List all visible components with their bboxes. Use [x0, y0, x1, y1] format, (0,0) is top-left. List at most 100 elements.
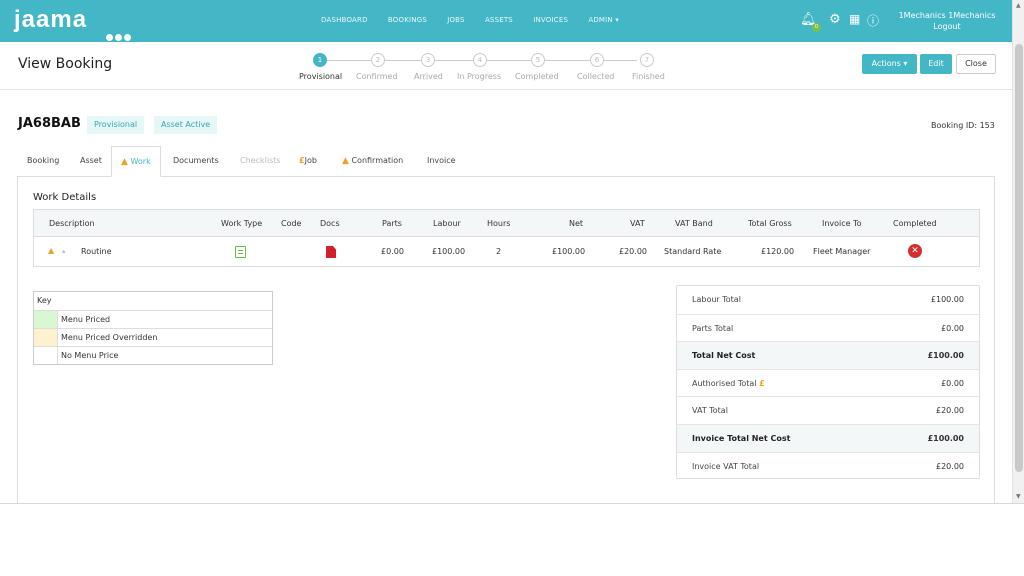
- nav-invoices[interactable]: INVOICES: [533, 16, 568, 24]
- actions-button[interactable]: Actions ▾: [862, 54, 917, 74]
- col-parts[interactable]: Parts: [382, 219, 402, 228]
- total-label-text: Authorised Total: [692, 378, 757, 388]
- edit-button[interactable]: Edit: [920, 54, 952, 74]
- invoice-vat-total-row: Invoice VAT Total £20.00: [677, 451, 979, 478]
- tab-job[interactable]: £Job: [299, 146, 317, 177]
- vat-total-row: VAT Total £20.00: [677, 396, 979, 424]
- tab-invoice[interactable]: Invoice: [427, 146, 456, 177]
- col-vat[interactable]: VAT: [630, 219, 645, 228]
- warning-icon: ▲: [121, 157, 128, 167]
- nav-jobs[interactable]: JOBS: [447, 16, 465, 24]
- key-swatch: [34, 347, 58, 364]
- col-hours[interactable]: Hours: [487, 219, 510, 228]
- warning-icon: ▲: [342, 156, 349, 166]
- table-header: Description Work Type Code Docs Parts La…: [34, 210, 979, 237]
- invoice-net-cost-row: Invoice Total Net Cost £100.00: [677, 424, 979, 452]
- nav-dashboard[interactable]: DASHBOARD: [321, 16, 368, 24]
- step-label: Confirmed: [356, 72, 398, 81]
- top-navbar: jaama DASHBOARD BOOKINGS JOBS ASSETS INV…: [0, 0, 1012, 42]
- work-details-title: Work Details: [33, 192, 97, 203]
- tab-confirmation[interactable]: ▲ Confirmation: [342, 146, 403, 177]
- authorised-total-row: Authorised Total £ £0.00: [677, 368, 979, 397]
- scroll-down-icon[interactable]: ▼: [1016, 493, 1021, 500]
- tab-documents[interactable]: Documents: [173, 146, 219, 177]
- labour-total-row: Labour Total £100.00: [677, 286, 979, 314]
- row-hours: 2: [496, 247, 502, 256]
- key-swatch: [34, 329, 58, 346]
- tab-booking[interactable]: Booking: [27, 146, 59, 177]
- nav-admin[interactable]: ADMIN ▾: [588, 16, 619, 24]
- application-window: jaama DASHBOARD BOOKINGS JOBS ASSETS INV…: [0, 0, 1012, 503]
- help-icon[interactable]: ⓘ: [867, 12, 879, 29]
- total-value: £20.00: [936, 406, 964, 416]
- step-number: 1: [313, 53, 327, 67]
- total-label: Total Net Cost: [692, 351, 756, 361]
- tab-checklists[interactable]: Checklists: [240, 146, 281, 177]
- row-vat: £20.00: [619, 247, 647, 256]
- status-badge: Provisional: [87, 116, 145, 134]
- logout-link[interactable]: Logout: [892, 21, 1002, 32]
- step-number: 7: [640, 53, 654, 67]
- scroll-up-icon[interactable]: ▲: [1016, 2, 1021, 9]
- step-label: Collected: [577, 72, 615, 81]
- key-label: No Menu Price: [61, 351, 119, 360]
- col-description[interactable]: Description: [49, 219, 95, 228]
- tab-label: Work: [130, 157, 151, 166]
- warning-icon: ▲: [48, 246, 55, 255]
- total-value: £20.00: [936, 461, 964, 471]
- col-completed[interactable]: Completed: [893, 219, 937, 228]
- key-title: Key: [37, 296, 52, 305]
- nav-assets[interactable]: ASSETS: [485, 16, 513, 24]
- step-label: Provisional: [299, 72, 343, 81]
- grid-icon[interactable]: ▦: [849, 12, 860, 26]
- key-row: No Menu Price: [34, 346, 272, 364]
- not-completed-icon[interactable]: ✕: [908, 244, 922, 258]
- nav-bookings[interactable]: BOOKINGS: [388, 16, 427, 24]
- step-number: 4: [473, 53, 487, 67]
- tab-label: Job: [304, 156, 317, 165]
- total-value: £0.00: [941, 378, 964, 388]
- col-docs[interactable]: Docs: [320, 219, 340, 228]
- total-value: £100.00: [927, 351, 964, 361]
- total-label: Parts Total: [692, 323, 734, 333]
- col-total-gross[interactable]: Total Gross: [748, 219, 792, 228]
- gear-icon[interactable]: ⚙: [829, 12, 841, 27]
- booking-tabs: Booking Asset ▲ Work Documents Checklist…: [17, 146, 995, 177]
- scrollbar-thumb[interactable]: [1015, 44, 1023, 472]
- logo-text: jaama: [14, 6, 88, 33]
- key-legend: Key Menu Priced Menu Priced Overridden N…: [33, 291, 273, 365]
- col-net[interactable]: Net: [569, 219, 583, 228]
- step-label: Arrived: [414, 72, 443, 81]
- total-label: VAT Total: [692, 406, 728, 416]
- parts-total-row: Parts Total £0.00: [677, 313, 979, 342]
- step-label: In Progress: [457, 72, 502, 81]
- main-nav: DASHBOARD BOOKINGS JOBS ASSETS INVOICES …: [321, 16, 637, 24]
- step-label: Finished: [632, 72, 665, 81]
- total-label: Invoice Total Net Cost: [692, 434, 791, 443]
- user-name[interactable]: 1Mechanics 1Mechanics: [892, 10, 1002, 21]
- jaama-logo[interactable]: jaama: [14, 6, 131, 41]
- expand-icon[interactable]: ▴: [62, 247, 66, 255]
- col-invoice-to[interactable]: Invoice To: [822, 219, 862, 228]
- vertical-scrollbar[interactable]: ▲ ▼: [1012, 0, 1024, 503]
- total-net-cost-row: Total Net Cost £100.00: [677, 341, 979, 369]
- key-label: Menu Priced: [61, 315, 111, 324]
- booking-id: Booking ID: 153: [931, 121, 995, 130]
- col-code[interactable]: Code: [281, 219, 301, 228]
- asset-status-badge: Asset Active: [154, 116, 218, 134]
- page-header: View Booking 1 Provisional 2 Confirmed 3…: [0, 42, 1012, 90]
- total-value: £100.00: [927, 434, 964, 443]
- close-button[interactable]: Close: [956, 54, 996, 74]
- pound-icon: £: [759, 378, 765, 388]
- tab-asset[interactable]: Asset: [80, 146, 102, 177]
- total-label: Authorised Total £: [692, 370, 765, 397]
- step-number: 2: [371, 53, 385, 67]
- col-work-type[interactable]: Work Type: [221, 219, 262, 228]
- col-labour[interactable]: Labour: [433, 219, 461, 228]
- col-vat-band[interactable]: VAT Band: [675, 219, 713, 228]
- pdf-document-icon[interactable]: [326, 246, 336, 258]
- tab-work[interactable]: ▲ Work: [111, 146, 161, 177]
- row-invoice-to: Fleet Manager: [813, 247, 871, 256]
- user-menu: 1Mechanics 1Mechanics Logout: [892, 10, 1002, 32]
- key-row: Menu Priced Overridden: [34, 328, 272, 346]
